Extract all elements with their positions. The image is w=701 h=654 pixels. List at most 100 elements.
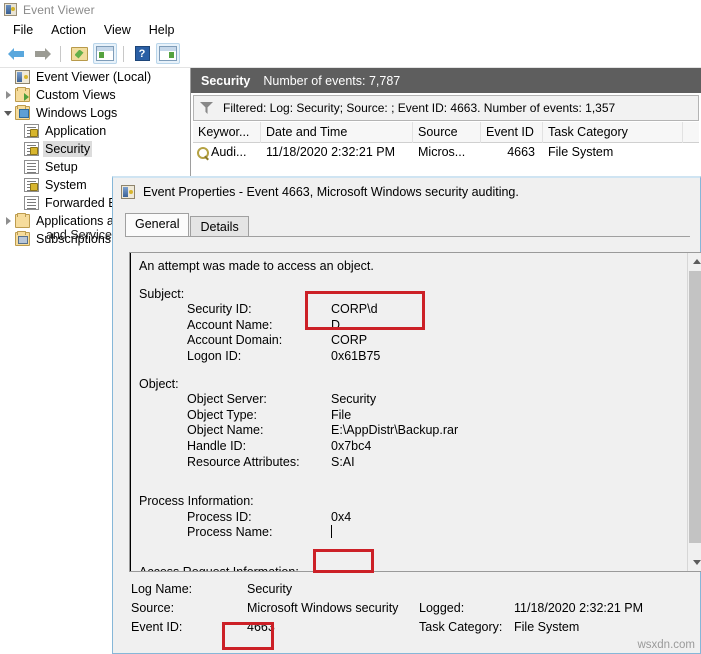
cell-event-id: 4663 [507, 145, 535, 159]
chevron-right-icon[interactable] [2, 89, 15, 102]
label-object-server: Object Server: [187, 392, 267, 407]
value-object-name: E:\AppDistr\Backup.rar [331, 423, 459, 438]
sidebar-item-event-viewer-local[interactable]: Event Viewer (Local) [0, 68, 190, 86]
value-handle-id: 0x7bc4 [331, 438, 372, 453]
show-action-pane-button[interactable] [156, 43, 180, 65]
tab-general[interactable]: General [125, 213, 190, 236]
label-object-type: Object Type: [187, 407, 257, 422]
menu-action[interactable]: Action [42, 21, 95, 39]
field-row-event-id: Event ID: 4663 Task Category: File Syste… [129, 618, 701, 637]
cell-task-category: File System [548, 145, 614, 159]
label-event-id: Event ID: [131, 620, 183, 634]
open-saved-log-button[interactable] [67, 43, 91, 65]
twisty-none [2, 233, 15, 246]
menu-help[interactable]: Help [140, 21, 184, 39]
toolbar-separator-1 [60, 45, 61, 62]
row-resource-attributes: Resource Attributes: S:AI [135, 455, 687, 471]
toolbar: ? [0, 40, 701, 68]
label-logon-id: Logon ID: [187, 348, 242, 363]
label-security-id: Security ID: [187, 302, 252, 317]
scroll-up-button[interactable] [688, 253, 701, 270]
label-process-name: Process Name: [187, 525, 273, 540]
log-name-title: Security [201, 73, 251, 88]
log-security-icon [24, 124, 39, 138]
label-logged: Logged: [419, 601, 465, 615]
filter-description: Filtered: Log: Security; Source: ; Event… [223, 101, 616, 115]
keywords-text: Audi... [211, 145, 247, 159]
field-row-source: Source: Microsoft Windows security Logge… [129, 599, 701, 618]
column-header-event-id[interactable]: Event ID [481, 121, 543, 143]
column-header-task-category[interactable]: Task Category [543, 121, 683, 143]
sidebar-item-label: Windows Logs [36, 106, 118, 120]
folder-icon [15, 213, 30, 228]
log-icon [24, 196, 39, 210]
column-header-source[interactable]: Source [413, 121, 481, 143]
menu-view[interactable]: View [95, 21, 140, 39]
event-metadata-fields: Log Name: Security Source: Microsoft Win… [129, 580, 701, 637]
value-event-id: 4663 [247, 620, 275, 634]
event-list-header: Keywor... Date and Time Source Event ID … [193, 121, 699, 143]
event-viewer-window: Event Viewer File Action View Help ? Eve… [0, 0, 701, 654]
back-arrow-icon [7, 47, 25, 60]
section-heading-subject: Subject: [139, 286, 185, 301]
show-hide-console-tree-icon [96, 46, 114, 61]
value-object-type: File [331, 407, 352, 422]
window-title: Event Viewer [23, 2, 95, 17]
tab-underline [125, 236, 690, 237]
chevron-down-icon[interactable] [2, 107, 15, 120]
sidebar-item-security[interactable]: Security [0, 140, 190, 158]
folder-monitor-icon [15, 105, 30, 120]
label-log-name: Log Name: [131, 582, 193, 596]
magnifier-audit-icon [197, 146, 209, 159]
label-task-category: Task Category: [419, 620, 503, 634]
sidebar-item-label: Event Viewer (Local) [36, 70, 152, 84]
filter-bar[interactable]: Filtered: Log: Security; Source: ; Event… [193, 95, 699, 121]
chevron-right-icon[interactable] [2, 215, 15, 228]
dialog-tabs: General Details [125, 213, 250, 237]
row-object-name: Object Name: E:\AppDistr\Backup.rar [135, 423, 687, 439]
label-handle-id: Handle ID: [187, 438, 247, 453]
event-description-scrollbar[interactable] [687, 253, 701, 571]
value-logged: 11/18/2020 2:32:21 PM [514, 601, 644, 615]
log-security-icon [24, 142, 39, 156]
section-heading-object: Object: [139, 376, 179, 391]
row-object-server: Object Server: Security [135, 392, 687, 408]
help-button[interactable]: ? [130, 43, 154, 65]
event-summary-line: An attempt was made to access an object. [135, 259, 687, 275]
log-security-icon [24, 178, 39, 192]
forward-button[interactable] [30, 43, 54, 65]
column-header-date-and-time[interactable]: Date and Time [261, 121, 413, 143]
log-panel-header: Security Number of events: 7,787 [191, 68, 701, 93]
sidebar-item-label: Custom Views [36, 88, 116, 102]
event-viewer-icon [15, 70, 30, 84]
event-description-text: An attempt was made to access an object.… [130, 253, 687, 571]
event-viewer-icon [4, 3, 17, 16]
sidebar-item-custom-views[interactable]: Custom Views [0, 86, 190, 104]
back-button[interactable] [4, 43, 28, 65]
row-process-id: Process ID: 0x4 [135, 510, 687, 526]
scroll-down-button[interactable] [688, 554, 701, 571]
label-account-domain: Account Domain: [187, 333, 283, 348]
menu-file[interactable]: File [4, 21, 42, 39]
cell-source: Micros... [418, 145, 466, 159]
chevron-down-icon [692, 560, 701, 565]
label-source: Source: [131, 601, 175, 615]
value-log-name: Security [247, 582, 293, 596]
value-process-id: 0x4 [331, 509, 352, 524]
row-security-id: Security ID: CORP\d [135, 302, 687, 318]
folder-icon [15, 87, 30, 102]
table-row[interactable]: Audi... 11/18/2020 2:32:21 PM Micros... … [193, 143, 699, 162]
column-header-keywords[interactable]: Keywor... [193, 121, 261, 143]
sidebar-item-setup[interactable]: Setup [0, 158, 190, 176]
watermark: wsxdn.com [637, 639, 695, 651]
event-properties-dialog: Event Properties - Event 4663, Microsoft… [112, 176, 701, 654]
chevron-up-icon [692, 259, 701, 264]
tab-details[interactable]: Details [190, 216, 249, 237]
dialog-titlebar: Event Properties - Event 4663, Microsoft… [113, 178, 700, 206]
sidebar-item-application[interactable]: Application [0, 122, 190, 140]
show-console-tree-button[interactable] [93, 43, 117, 65]
scrollbar-thumb[interactable] [689, 271, 701, 543]
sidebar-item-windows-logs[interactable]: Windows Logs [0, 104, 190, 122]
